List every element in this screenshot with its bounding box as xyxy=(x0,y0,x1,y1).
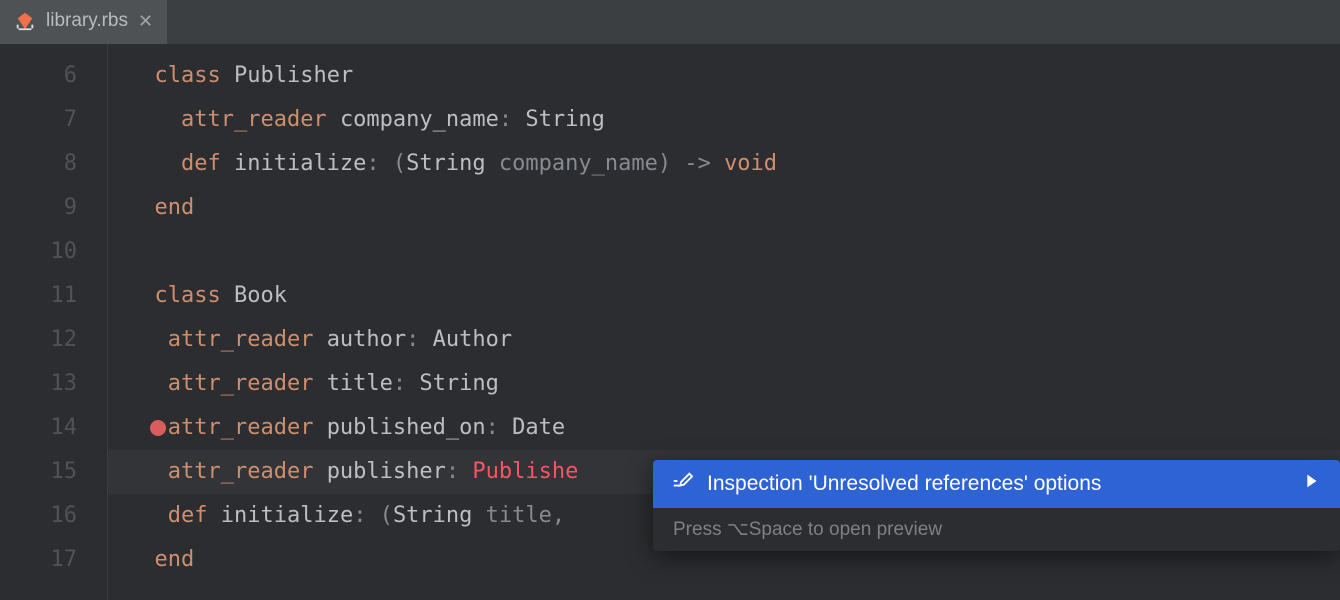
token: Book xyxy=(234,283,287,308)
code-line[interactable]: attr_reader published_on: Date xyxy=(108,406,1340,450)
token: attr_reader xyxy=(155,371,327,396)
token: company_name) -> xyxy=(499,151,724,176)
token: String xyxy=(525,107,604,132)
token: Author xyxy=(433,327,512,352)
line-number: 7 xyxy=(0,98,107,142)
token: String xyxy=(406,151,499,176)
line-number: 10 xyxy=(0,230,107,274)
token: String xyxy=(393,503,486,528)
popup-footer-hint: Press ⌥Space to open preview xyxy=(653,508,1340,551)
code-line[interactable]: attr_reader title: String xyxy=(108,362,1340,406)
line-number: 8 xyxy=(0,142,107,186)
token: end xyxy=(155,547,195,572)
token: : xyxy=(393,371,420,396)
ruby-file-icon xyxy=(14,10,36,32)
line-number: 6 xyxy=(0,54,107,98)
code-line[interactable]: end xyxy=(108,186,1340,230)
code-line[interactable] xyxy=(108,230,1340,274)
code-line[interactable]: attr_reader author: Author xyxy=(108,318,1340,362)
pencil-icon xyxy=(671,470,693,498)
intention-popup: Inspection 'Unresolved references' optio… xyxy=(653,460,1340,551)
tab-library-rbs[interactable]: library.rbs ✕ xyxy=(0,0,167,44)
line-number: 14 xyxy=(0,406,107,450)
chevron-right-icon xyxy=(1300,470,1322,498)
token: Publisher xyxy=(234,63,353,88)
line-number: 13 xyxy=(0,362,107,406)
tab-bar: library.rbs ✕ xyxy=(0,0,1340,44)
token: Publishe xyxy=(472,459,578,484)
token: class xyxy=(155,283,234,308)
token: title xyxy=(327,371,393,396)
token: : xyxy=(406,327,433,352)
line-number: 15 xyxy=(0,450,107,494)
token: initialize xyxy=(234,151,366,176)
token: company_name xyxy=(340,107,499,132)
error-bulb-icon[interactable] xyxy=(150,420,166,436)
popup-item-label: Inspection 'Unresolved references' optio… xyxy=(707,472,1101,496)
token: attr_reader xyxy=(155,415,327,440)
line-number: 17 xyxy=(0,538,107,582)
token: attr_reader xyxy=(155,327,327,352)
token: def xyxy=(155,503,221,528)
token: author xyxy=(327,327,406,352)
token: end xyxy=(155,195,195,220)
line-number: 12 xyxy=(0,318,107,362)
inspection-options-item[interactable]: Inspection 'Unresolved references' optio… xyxy=(653,460,1340,508)
token: attr_reader xyxy=(181,107,340,132)
token: publisher xyxy=(327,459,446,484)
token: class xyxy=(155,63,234,88)
token: String xyxy=(419,371,498,396)
token: title, xyxy=(486,503,579,528)
code-line[interactable]: def initialize: (String company_name) ->… xyxy=(108,142,1340,186)
token: : xyxy=(499,107,526,132)
token: published_on xyxy=(327,415,486,440)
code-line[interactable]: class Book xyxy=(108,274,1340,318)
close-icon[interactable]: ✕ xyxy=(138,11,153,32)
token: : ( xyxy=(366,151,406,176)
token: initialize xyxy=(221,503,353,528)
token: void xyxy=(724,151,777,176)
token: Date xyxy=(512,415,565,440)
line-number: 16 xyxy=(0,494,107,538)
code-line[interactable]: attr_reader company_name: String xyxy=(108,98,1340,142)
line-number: 11 xyxy=(0,274,107,318)
line-number-gutter: 67891011121314151617 xyxy=(0,44,108,600)
token: attr_reader xyxy=(155,459,327,484)
token: : ( xyxy=(353,503,393,528)
line-number: 9 xyxy=(0,186,107,230)
token: def xyxy=(181,151,234,176)
tab-filename: library.rbs xyxy=(46,10,128,32)
token: : xyxy=(486,415,513,440)
token: : xyxy=(446,459,473,484)
code-line[interactable]: class Publisher xyxy=(108,54,1340,98)
